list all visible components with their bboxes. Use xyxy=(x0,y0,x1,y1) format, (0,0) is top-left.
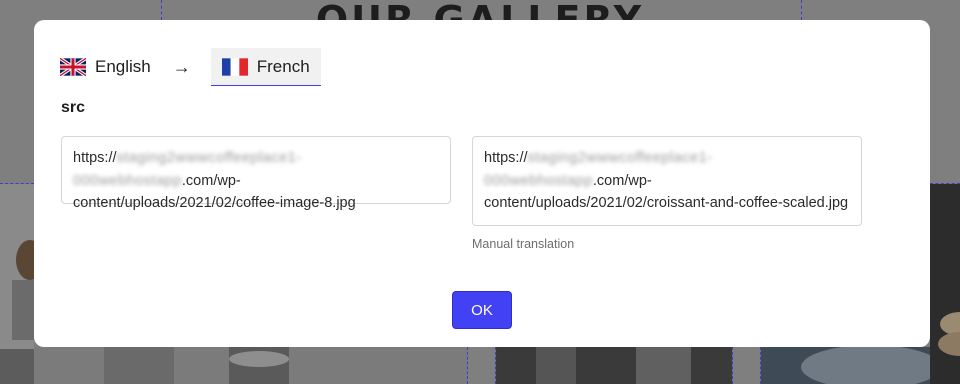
language-switcher: English → French xyxy=(60,48,321,86)
arrow-right-icon: → xyxy=(172,56,191,77)
target-language-label: French xyxy=(256,56,310,76)
source-language-tab[interactable]: English xyxy=(60,48,153,86)
guide-line xyxy=(467,347,468,384)
france-flag-icon xyxy=(221,57,248,76)
guide-line xyxy=(732,347,733,384)
source-url-prefix: https:// xyxy=(73,150,117,166)
gallery-photo-macarons xyxy=(930,184,960,384)
guide-line xyxy=(801,0,802,20)
gallery-photo-croissant xyxy=(496,347,732,384)
gallery-photo-coffee xyxy=(0,184,34,384)
manual-translation-hint: Manual translation xyxy=(472,237,575,251)
gallery-photo-espresso xyxy=(34,347,467,384)
gallery-photo-plates xyxy=(761,347,930,384)
uk-flag-icon xyxy=(60,58,86,76)
source-language-label: English xyxy=(95,57,151,76)
target-language-tab[interactable]: French xyxy=(210,48,321,86)
target-url-prefix: https:// xyxy=(484,150,528,166)
attribute-label: src xyxy=(61,99,86,116)
ok-button[interactable]: OK xyxy=(452,291,512,329)
translation-dialog: English → French src https://staging2www… xyxy=(34,20,930,347)
source-url-field: https://staging2wwwcoffeeplace1-000webho… xyxy=(61,136,451,211)
target-url-field[interactable]: https://staging2wwwcoffeeplace1-000webho… xyxy=(472,136,862,226)
guide-line xyxy=(161,0,162,20)
